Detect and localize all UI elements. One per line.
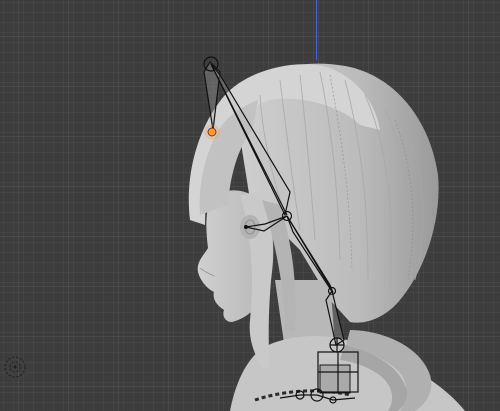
3d-viewport[interactable] (0, 0, 500, 411)
selected-bone-joint (207, 127, 217, 137)
orbit-gizmo-icon[interactable] (3, 355, 27, 379)
character-model[interactable] (0, 0, 500, 411)
